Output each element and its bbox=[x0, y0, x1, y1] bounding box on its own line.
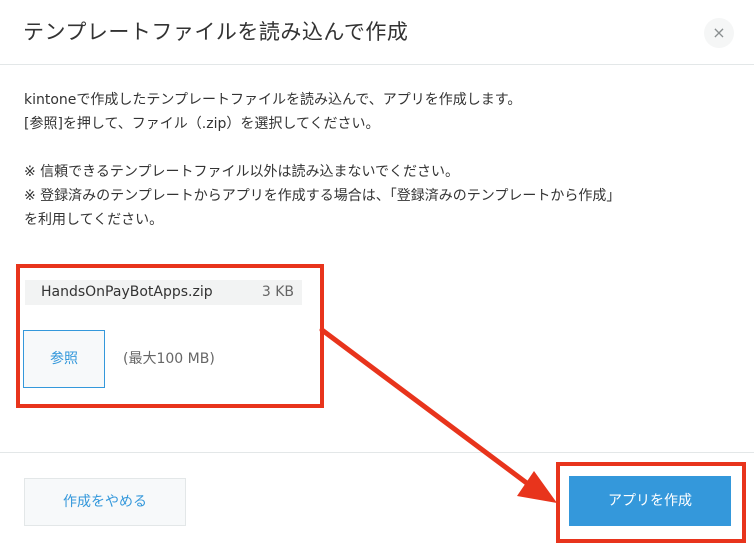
description-line: kintoneで作成したテンプレートファイルを読み込んで、アプリを作成します。 bbox=[24, 92, 522, 108]
close-button[interactable]: × bbox=[704, 18, 734, 48]
warning-note: を利用してください。 bbox=[24, 212, 164, 228]
dialog-description: kintoneで作成したテンプレートファイルを読み込んで、アプリを作成します。 … bbox=[24, 88, 724, 232]
warning-note: ※ 信頼できるテンプレートファイル以外は読み込まないでください。 bbox=[24, 164, 460, 180]
annotation-highlight-create bbox=[556, 462, 746, 543]
template-import-dialog: テンプレートファイルを読み込んで作成 × kintoneで作成したテンプレートフ… bbox=[0, 0, 754, 549]
warning-note: ※ 登録済みのテンプレートからアプリを作成する場合は、「登録済みのテンプレートか… bbox=[24, 188, 621, 204]
close-icon: × bbox=[712, 23, 726, 42]
annotation-highlight-file bbox=[16, 264, 324, 408]
dialog-title: テンプレートファイルを読み込んで作成 bbox=[23, 20, 409, 44]
description-line: [参照]を押して、ファイル（.zip）を選択してください。 bbox=[24, 116, 380, 132]
dialog-header: テンプレートファイルを読み込んで作成 × bbox=[0, 0, 754, 65]
cancel-button[interactable]: 作成をやめる bbox=[24, 478, 186, 526]
